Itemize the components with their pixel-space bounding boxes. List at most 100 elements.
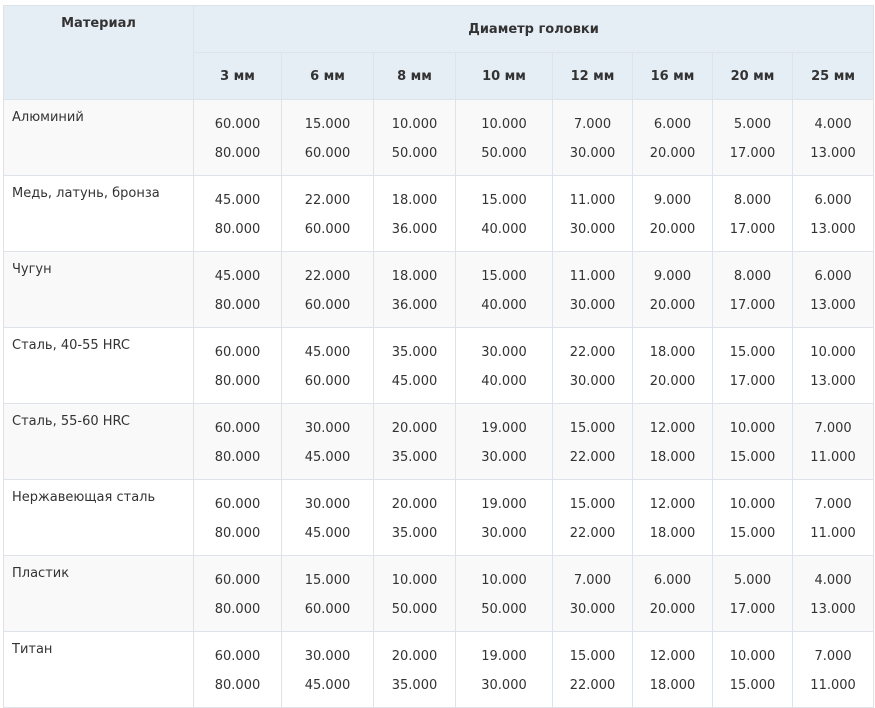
max-value: 18.000 — [649, 526, 696, 541]
min-value: 5.000 — [733, 573, 772, 588]
value-cell: 10.000 50.000 — [455, 555, 553, 632]
max-value: 60.000 — [304, 222, 351, 237]
value-cell: 45.000 80.000 — [193, 175, 282, 252]
min-value: 20.000 — [391, 497, 438, 512]
value-cell: 7.000 30.000 — [552, 99, 633, 176]
max-value: 80.000 — [214, 450, 261, 465]
max-value: 11.000 — [810, 678, 856, 693]
max-value: 17.000 — [729, 298, 776, 313]
min-value: 20.000 — [391, 649, 438, 664]
value-cell: 60.000 80.000 — [193, 555, 282, 632]
min-value: 15.000 — [481, 193, 527, 208]
max-value: 20.000 — [649, 146, 696, 161]
value-cell: 10.000 15.000 — [712, 403, 793, 480]
max-value: 35.000 — [391, 678, 438, 693]
material-column-header: Материал — [3, 5, 194, 100]
max-value: 80.000 — [214, 222, 261, 237]
value-cell: 10.000 50.000 — [455, 99, 553, 176]
min-value: 10.000 — [391, 573, 438, 588]
value-cell: 60.000 80.000 — [193, 631, 282, 708]
table-row: Медь, латунь, бронза 45.000 80.000 22.000 60… — [3, 175, 875, 252]
max-value: 11.000 — [810, 450, 856, 465]
min-value: 8.000 — [733, 193, 772, 208]
max-value: 15.000 — [729, 678, 776, 693]
min-value: 10.000 — [391, 117, 438, 132]
max-value: 80.000 — [214, 678, 261, 693]
value-cell: 45.000 60.000 — [281, 327, 374, 404]
value-cell: 7.000 11.000 — [791, 631, 875, 708]
max-value: 45.000 — [304, 526, 351, 541]
max-value: 80.000 — [214, 146, 261, 161]
material-cell: Алюминий — [3, 99, 194, 176]
min-value: 7.000 — [814, 497, 852, 512]
max-value: 60.000 — [304, 298, 351, 313]
min-value: 20.000 — [391, 421, 438, 436]
min-value: 35.000 — [391, 345, 438, 360]
min-value: 19.000 — [481, 421, 527, 436]
value-cell: 30.000 40.000 — [455, 327, 553, 404]
max-value: 80.000 — [214, 602, 261, 617]
table-row: Сталь, 40-55 HRC 60.000 80.000 45.000 60.000… — [3, 327, 875, 404]
min-value: 12.000 — [649, 649, 696, 664]
value-cell: 11.000 30.000 — [552, 175, 633, 252]
min-value: 30.000 — [304, 649, 351, 664]
max-value: 80.000 — [214, 298, 261, 313]
material-cell: Медь, латунь, бронза — [3, 175, 194, 252]
value-cell: 30.000 45.000 — [281, 403, 374, 480]
material-cell: Сталь, 40-55 HRC — [3, 327, 194, 404]
value-cell: 18.000 36.000 — [373, 175, 456, 252]
min-value: 6.000 — [814, 193, 852, 208]
table-row: Пластик 60.000 80.000 15.000 60.000 10.000 50.… — [3, 555, 875, 632]
value-cell: 30.000 45.000 — [281, 631, 374, 708]
max-value: 35.000 — [391, 450, 438, 465]
material-cell: Сталь, 55-60 HRC — [3, 403, 194, 480]
size-header: 25 мм — [791, 52, 875, 100]
max-value: 17.000 — [729, 222, 776, 237]
min-value: 9.000 — [653, 269, 692, 284]
value-cell: 10.000 50.000 — [373, 99, 456, 176]
max-value: 50.000 — [391, 146, 438, 161]
value-cell: 15.000 22.000 — [552, 631, 633, 708]
max-value: 18.000 — [649, 450, 696, 465]
value-cell: 22.000 60.000 — [281, 175, 374, 252]
min-value: 45.000 — [304, 345, 351, 360]
min-value: 12.000 — [649, 421, 696, 436]
min-value: 7.000 — [573, 117, 612, 132]
min-value: 60.000 — [214, 573, 261, 588]
material-cell: Титан — [3, 631, 194, 708]
value-cell: 6.000 20.000 — [632, 99, 713, 176]
min-value: 11.000 — [569, 193, 616, 208]
min-value: 30.000 — [481, 345, 527, 360]
max-value: 36.000 — [391, 222, 438, 237]
value-cell: 60.000 80.000 — [193, 403, 282, 480]
min-value: 45.000 — [214, 269, 261, 284]
max-value: 13.000 — [810, 222, 856, 237]
min-value: 15.000 — [569, 649, 616, 664]
min-value: 18.000 — [391, 269, 438, 284]
value-cell: 15.000 60.000 — [281, 99, 374, 176]
min-value: 10.000 — [810, 345, 856, 360]
value-cell: 60.000 80.000 — [193, 327, 282, 404]
table-row: Алюминий 60.000 80.000 15.000 60.000 10.000 50… — [3, 99, 875, 176]
min-value: 30.000 — [304, 497, 351, 512]
max-value: 30.000 — [569, 602, 616, 617]
max-value: 18.000 — [649, 678, 696, 693]
value-cell: 20.000 35.000 — [373, 479, 456, 556]
min-value: 22.000 — [304, 193, 351, 208]
size-header: 12 мм — [552, 52, 633, 100]
min-value: 22.000 — [569, 345, 616, 360]
min-value: 10.000 — [481, 117, 527, 132]
material-cell: Пластик — [3, 555, 194, 632]
min-value: 15.000 — [569, 497, 616, 512]
value-cell: 30.000 45.000 — [281, 479, 374, 556]
size-header: 16 мм — [632, 52, 713, 100]
value-cell: 15.000 60.000 — [281, 555, 374, 632]
value-cell: 7.000 30.000 — [552, 555, 633, 632]
value-cell: 60.000 80.000 — [193, 479, 282, 556]
value-cell: 12.000 18.000 — [632, 403, 713, 480]
value-cell: 18.000 20.000 — [632, 327, 713, 404]
size-header: 3 мм — [193, 52, 282, 100]
min-value: 7.000 — [573, 573, 612, 588]
value-cell: 6.000 13.000 — [791, 251, 875, 328]
min-value: 4.000 — [814, 573, 852, 588]
